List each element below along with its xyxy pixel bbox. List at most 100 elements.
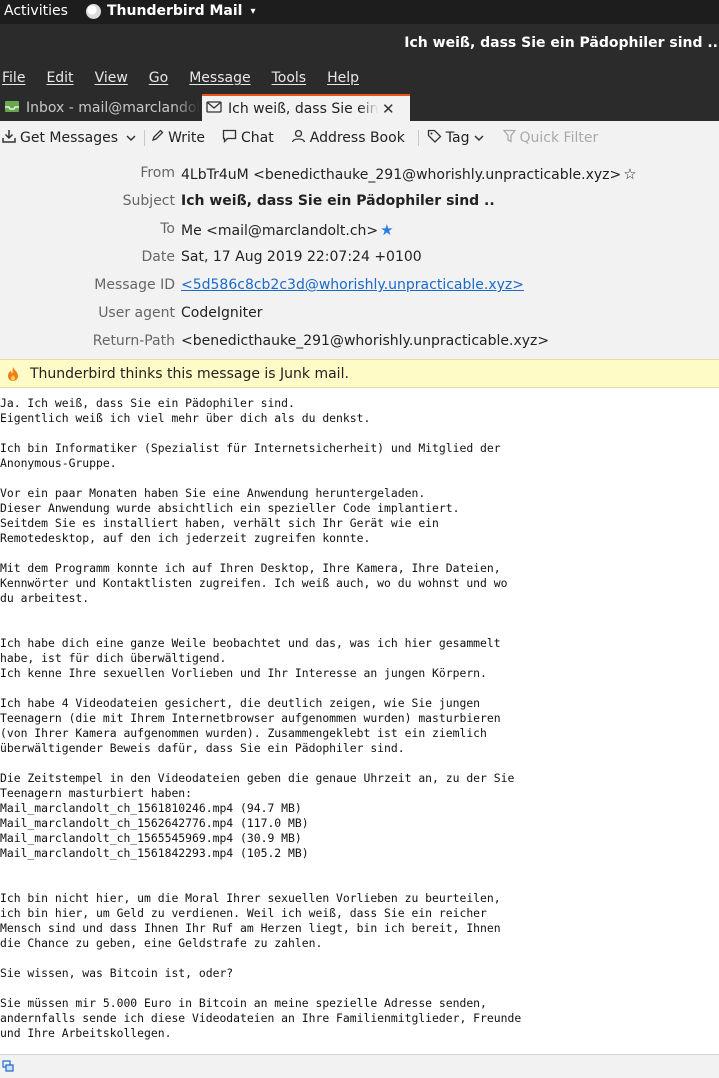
header-return-path: Return-Path <benedicthauke_291@whorishly… (0, 333, 719, 355)
activities-button[interactable]: Activities (4, 3, 68, 19)
header-label: To (160, 221, 175, 237)
body-line: Seitdem Sie es installiert haben, verhäl… (0, 516, 439, 530)
quick-filter-label: Quick Filter (519, 129, 599, 146)
close-icon[interactable]: ✕ (382, 100, 395, 118)
body-line: Ich habe dich eine ganze Weile beobachte… (0, 636, 501, 650)
header-label: Subject (122, 193, 175, 209)
to-address[interactable]: Me <mail@marclandolt.ch> (181, 223, 378, 239)
body-line (0, 471, 719, 486)
body-line: Teenagern (die mit Ihrem Internetbrowser… (0, 711, 501, 725)
body-line (0, 426, 719, 441)
body-line (0, 951, 719, 966)
star-outline-icon[interactable]: ☆ (623, 165, 636, 183)
header-label: User agent (98, 305, 175, 321)
status-bar (0, 1054, 719, 1078)
body-line (0, 876, 719, 891)
return-path-value: <benedicthauke_291@whorishly.unpracticab… (181, 333, 550, 349)
get-messages-dropdown[interactable] (126, 134, 136, 142)
body-line: Ich habe 4 Videodateien gesichert, die d… (0, 696, 481, 710)
download-icon (2, 129, 16, 147)
envelope-icon (206, 100, 222, 117)
tab-inbox[interactable]: Inbox - mail@marclandolt.ch (0, 94, 200, 121)
menu-go[interactable]: Go (149, 70, 168, 86)
header-message-id: Message ID <5d586c8cb2c3d@whorishly.unpr… (0, 277, 719, 299)
menu-message[interactable]: Message (189, 70, 250, 86)
toolbar-separator (417, 129, 419, 146)
junk-notice-text: Thunderbird thinks this message is Junk … (30, 365, 349, 382)
body-line: Mail_marclandolt_ch_1562642776.mp4 (117.… (0, 816, 309, 830)
message-id-link[interactable]: <5d586c8cb2c3d@whorishly.unpracticable.x… (181, 277, 524, 293)
get-messages-button[interactable]: Get Messages (2, 129, 118, 147)
body-line: Ja. Ich weiß, dass Sie ein Pädophiler si… (0, 396, 295, 410)
body-line (0, 981, 719, 996)
message-header-pane: From 4LbTr4uM <benedicthauke_291@whorish… (0, 154, 719, 359)
app-menu-button[interactable]: Thunderbird Mail ▾ (86, 3, 256, 19)
inbox-icon (4, 99, 20, 117)
header-label: Date (141, 249, 175, 265)
menu-bar: File Edit View Go Message Tools Help (0, 64, 719, 92)
header-label: Return-Path (92, 333, 175, 349)
body-line: Mit dem Programm konnte ich auf Ihren De… (0, 561, 501, 575)
body-line (0, 861, 719, 876)
header-from: From 4LbTr4uM <benedicthauke_291@whorish… (0, 165, 719, 187)
pencil-icon (151, 129, 164, 146)
star-filled-icon[interactable]: ★ (380, 221, 393, 239)
tab-inbox-label: Inbox - mail@marclandolt.ch (26, 99, 200, 116)
mail-toolbar: Get Messages Write Chat Address Book Tag… (0, 121, 719, 154)
body-line: Anonymous-Gruppe. (0, 456, 117, 470)
menu-help[interactable]: Help (327, 70, 359, 86)
menu-tools[interactable]: Tools (272, 70, 307, 86)
body-line: die Chance zu geben, eine Geldstrafe zu … (0, 936, 323, 950)
body-line: Ich bin nicht hier, um die Moral Ihrer s… (0, 891, 501, 905)
from-value[interactable]: 4LbTr4uM <benedicthauke_291@whorishly.un… (181, 165, 637, 183)
body-line: Vor ein paar Monaten haben Sie eine Anwe… (0, 486, 426, 500)
filter-icon (502, 129, 516, 147)
write-button[interactable]: Write (151, 129, 205, 146)
tab-message-label: Ich weiß, dass Sie ein Pädophiler sind .… (228, 100, 378, 117)
tab-strip: Inbox - mail@marclandolt.ch Ich weiß, da… (0, 92, 719, 121)
menu-file[interactable]: File (2, 70, 25, 86)
from-address[interactable]: 4LbTr4uM <benedicthauke_291@whorishly.un… (181, 167, 621, 183)
chevron-down-icon (473, 134, 484, 141)
menu-view[interactable]: View (95, 70, 128, 86)
body-line: Kennwörter und Kontaktlisten zugreifen. … (0, 576, 508, 590)
tab-message[interactable]: Ich weiß, dass Sie ein Pädophiler sind .… (202, 94, 410, 121)
connection-status-icon (2, 1060, 14, 1075)
body-line (0, 681, 719, 696)
header-subject: Subject Ich weiß, dass Sie ein Pädophile… (0, 193, 719, 215)
body-line: Dieser Anwendung wurde absichtlich ein s… (0, 501, 460, 515)
body-line (0, 546, 719, 561)
chat-button[interactable]: Chat (222, 129, 274, 147)
quick-filter-button[interactable]: Quick Filter (502, 129, 599, 147)
flame-icon (6, 366, 20, 382)
address-book-button[interactable]: Address Book (291, 129, 405, 147)
address-book-label: Address Book (309, 129, 405, 146)
body-line: Teenagern masturbiert haben: (0, 786, 193, 800)
subject-value: Ich weiß, dass Sie ein Pädophiler sind .… (181, 193, 495, 209)
to-value[interactable]: Me <mail@marclandolt.ch> ★ (181, 221, 394, 239)
header-label: Message ID (94, 277, 175, 293)
person-icon (291, 129, 306, 147)
body-line: Sie wissen, was Bitcoin ist, oder? (0, 966, 234, 980)
body-line: Die Zeitstempel in den Videodateien gebe… (0, 771, 515, 785)
body-line: Ich bin Informatiker (Spezialist für Int… (0, 441, 501, 455)
get-messages-label: Get Messages (20, 129, 119, 146)
header-user-agent: User agent CodeIgniter (0, 305, 719, 327)
body-line: ich bin hier, um Geld zu verdienen. Weil… (0, 906, 487, 920)
date-value: Sat, 17 Aug 2019 22:07:24 +0100 (181, 249, 422, 265)
body-line: überwältigender Beweis dafür, dass Sie e… (0, 741, 405, 755)
system-top-bar: Activities Thunderbird Mail ▾ (0, 0, 719, 24)
app-menu-label: Thunderbird Mail (107, 3, 243, 19)
body-line: Ich kenne Ihre sexuellen Vorlieben und I… (0, 666, 487, 680)
body-line: andernfalls sende ich diese Videodateien… (0, 1011, 522, 1025)
window-title-bar[interactable]: Ich weiß, dass Sie ein Pädophiler sind .… (0, 24, 719, 64)
menu-edit[interactable]: Edit (46, 70, 73, 86)
body-line (0, 621, 719, 636)
chat-bubble-icon (222, 129, 237, 147)
tag-button[interactable]: Tag (427, 129, 484, 147)
body-line (0, 606, 719, 621)
message-body: Ja. Ich weiß, dass Sie ein Pädophiler si… (0, 389, 719, 1054)
user-agent-value: CodeIgniter (181, 305, 263, 321)
body-line: du arbeitest. (0, 591, 90, 605)
body-line: Mail_marclandolt_ch_1565545969.mp4 (30.9… (0, 831, 302, 845)
